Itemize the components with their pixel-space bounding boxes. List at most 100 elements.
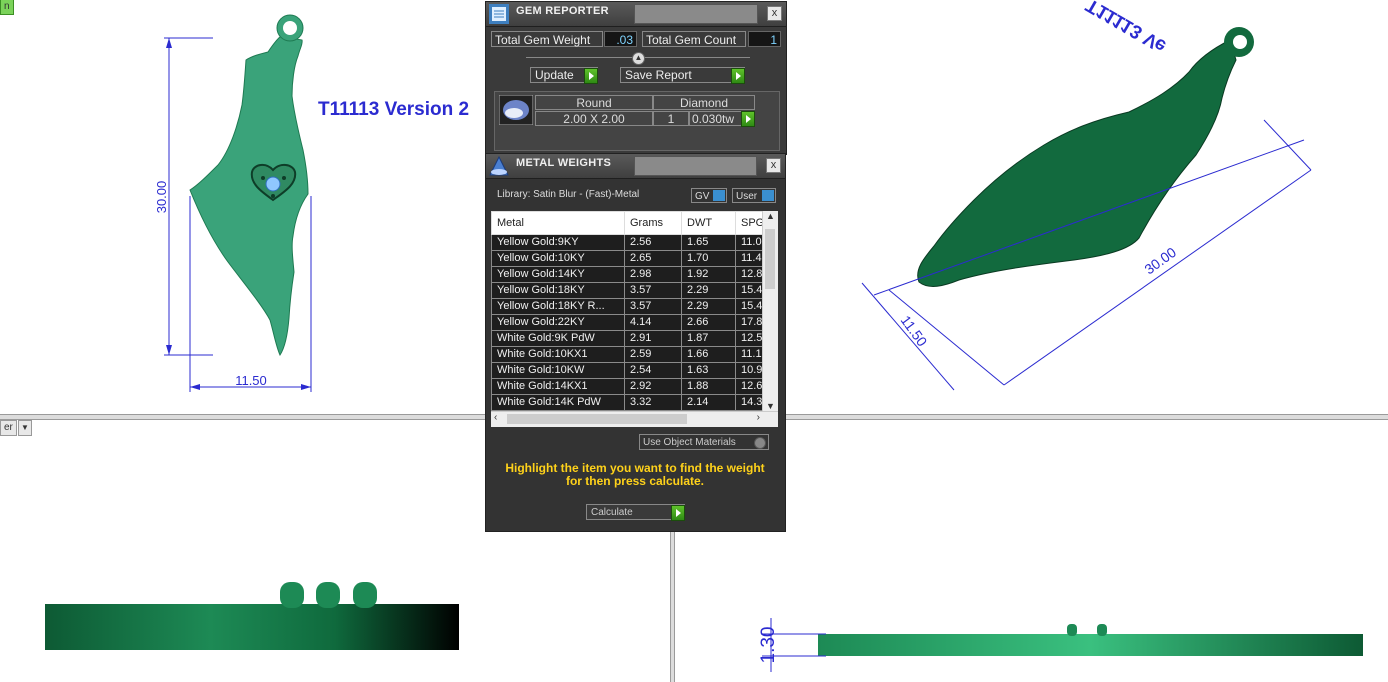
panel-title: METAL WEIGHTS — [516, 157, 612, 169]
grams-cell: 2.98 — [624, 266, 682, 283]
metal-name-cell: Yellow Gold:14KY — [491, 266, 625, 283]
scroll-down-arrow-icon[interactable]: ▼ — [763, 401, 778, 411]
dwt-cell: 1.65 — [681, 234, 736, 251]
close-button[interactable]: x — [766, 158, 781, 173]
table-row[interactable]: White Gold:10KW 2.54 1.63 10.99 — [491, 362, 778, 379]
calculate-button-label: Calculate — [591, 507, 633, 518]
scroll-thumb[interactable] — [765, 229, 775, 289]
gem-size: 2.00 X 2.00 — [535, 111, 653, 126]
toggle-indicator-icon — [713, 190, 725, 201]
collapse-toggle-icon[interactable]: ▲ — [632, 52, 645, 65]
column-header-metal[interactable]: Metal — [491, 211, 625, 235]
metal-weights-panel[interactable]: METAL WEIGHTS x Library: Satin Blur - (F… — [485, 153, 786, 532]
metal-name-cell: White Gold:10KW — [491, 362, 625, 379]
width-dimension-label: 11.50 — [235, 373, 267, 388]
total-gem-weight-value: .03 — [604, 31, 637, 47]
save-report-button[interactable]: Save Report — [620, 67, 745, 84]
gem-reporter-panel[interactable]: GEM REPORTER x Total Gem Weight .03 Tota… — [485, 1, 787, 155]
calculate-button[interactable]: Calculate — [586, 504, 685, 521]
dwt-cell: 2.29 — [681, 282, 736, 299]
table-row[interactable]: Yellow Gold:14KY 2.98 1.92 12.88 — [491, 266, 778, 283]
gem-reporter-titlebar[interactable]: GEM REPORTER x — [486, 2, 786, 27]
table-row[interactable]: White Gold:10KX1 2.59 1.66 11.18 — [491, 346, 778, 363]
table-row[interactable]: Yellow Gold:22KY 4.14 2.66 17.89 — [491, 314, 778, 331]
column-header-grams[interactable]: Grams — [624, 211, 682, 235]
vertical-scrollbar[interactable]: ▲ ▼ — [762, 211, 778, 411]
dwt-cell: 2.14 — [681, 394, 736, 411]
grams-cell: 4.14 — [624, 314, 682, 331]
table-row[interactable]: Yellow Gold:9KY 2.56 1.65 11.08 — [491, 234, 778, 251]
play-icon — [584, 68, 598, 84]
metal-name-cell: Yellow Gold:10KY — [491, 250, 625, 267]
dwt-cell: 1.92 — [681, 266, 736, 283]
grams-cell: 2.56 — [624, 234, 682, 251]
gv-label: GV — [695, 191, 710, 202]
pendant-top-view — [189, 35, 309, 357]
table-row[interactable]: Yellow Gold:18KY 3.57 2.29 15.41 — [491, 282, 778, 299]
metal-name-cell: White Gold:9K PdW — [491, 330, 625, 347]
titlebar-drag-area[interactable] — [634, 156, 757, 176]
grams-cell: 3.32 — [624, 394, 682, 411]
metal-weights-table[interactable]: Metal Grams DWT SPG Yellow Gold:9KY 2.56 1… — [491, 211, 778, 411]
metal-weights-titlebar[interactable]: METAL WEIGHTS x — [486, 154, 785, 179]
total-gem-weight-label: Total Gem Weight — [491, 31, 603, 47]
thickness-dimension-label: 1.30 — [758, 627, 779, 664]
gem-material: Diamond — [653, 95, 755, 110]
user-toggle[interactable]: User — [732, 188, 776, 203]
table-row[interactable]: White Gold:9K PdW 2.91 1.87 12.59 — [491, 330, 778, 347]
update-button-label: Update — [535, 68, 574, 82]
grams-cell: 2.91 — [624, 330, 682, 347]
update-button[interactable]: Update — [530, 67, 598, 84]
use-object-materials-label: Use Object Materials — [643, 437, 736, 448]
column-header-dwt[interactable]: DWT — [681, 211, 736, 235]
titlebar-drag-area[interactable] — [634, 4, 758, 24]
save-report-button-label: Save Report — [625, 68, 692, 82]
metal-name-cell: Yellow Gold:9KY — [491, 234, 625, 251]
gv-toggle[interactable]: GV — [691, 188, 727, 203]
toggle-indicator-icon — [762, 190, 774, 201]
scroll-left-arrow-icon[interactable]: ‹ — [494, 412, 497, 423]
grams-cell: 3.57 — [624, 298, 682, 315]
radio-indicator-icon — [754, 437, 766, 449]
metal-name-cell: White Gold:10KX1 — [491, 346, 625, 363]
total-gem-count-value: 1 — [748, 31, 781, 47]
grams-cell: 2.92 — [624, 378, 682, 395]
horizontal-scrollbar[interactable]: ‹ › — [491, 411, 778, 427]
user-label: User — [736, 191, 758, 202]
dwt-cell: 1.66 — [681, 346, 736, 363]
dwt-cell: 2.66 — [681, 314, 736, 331]
scroll-right-arrow-icon[interactable]: › — [757, 412, 760, 423]
metal-name-cell: White Gold:14KX1 — [491, 378, 625, 395]
metal-name-cell: Yellow Gold:18KY R... — [491, 298, 625, 315]
instruction-text: Highlight the item you want to find the … — [505, 461, 765, 488]
scroll-thumb[interactable] — [507, 414, 687, 424]
mirrored-title-text: T11113 Ve — [1083, 0, 1170, 57]
play-icon[interactable] — [741, 111, 755, 127]
metal-name-cell: Yellow Gold:22KY — [491, 314, 625, 331]
table-row[interactable]: White Gold:14KX1 2.92 1.88 12.61 — [491, 378, 778, 395]
metal-name-cell: White Gold:14K PdW — [491, 394, 625, 411]
dwt-cell: 2.29 — [681, 298, 736, 315]
gem-weight: 0.030tw — [689, 111, 755, 127]
table-row[interactable]: White Gold:14K PdW 3.32 2.14 14.37 — [491, 394, 778, 411]
length-dimension-label: 30.00 — [1141, 244, 1179, 278]
close-button[interactable]: x — [767, 6, 782, 21]
table-row[interactable]: Yellow Gold:10KY 2.65 1.70 11.45 — [491, 250, 778, 267]
library-label: Library: Satin Blur - (Fast)-Metal — [497, 189, 640, 200]
play-icon — [671, 505, 685, 521]
height-dimension-label: 30.00 — [154, 181, 169, 214]
pendant-side-view — [818, 634, 1363, 656]
use-object-materials-toggle[interactable]: Use Object Materials — [639, 434, 769, 450]
dwt-cell: 1.87 — [681, 330, 736, 347]
metal-table-container[interactable]: Metal Grams DWT SPG Yellow Gold:9KY 2.56 1… — [491, 211, 778, 427]
pendant-perspective-view — [917, 39, 1237, 287]
scroll-up-arrow-icon[interactable]: ▲ — [763, 211, 778, 221]
gem-report-icon — [489, 4, 509, 24]
gem-cut: Round — [535, 95, 653, 110]
grams-cell: 3.57 — [624, 282, 682, 299]
gem-list[interactable]: Round Diamond 2.00 X 2.00 1 0.030tw — [494, 91, 780, 151]
model-title-text: T11113 Version 2 — [318, 99, 469, 120]
metal-table-body: Yellow Gold:9KY 2.56 1.65 11.08 Yellow Gold:… — [491, 234, 778, 411]
table-row[interactable]: Yellow Gold:18KY R... 3.57 2.29 15.41 — [491, 298, 778, 315]
grams-cell: 2.59 — [624, 346, 682, 363]
